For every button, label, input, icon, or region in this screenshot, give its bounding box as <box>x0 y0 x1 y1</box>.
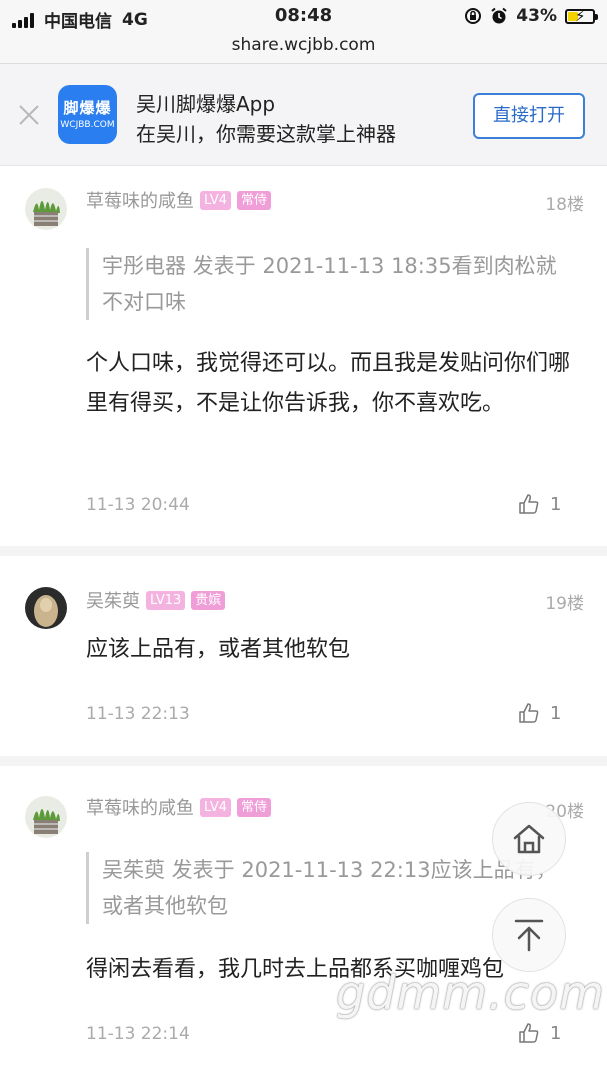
battery-icon: ⚡ <box>565 6 598 25</box>
post-19: 吴茱萸 LV13 贵嫔 19楼 应该上品有，或者其他软包 11-13 22:13… <box>0 556 607 750</box>
post-content: 应该上品有，或者其他软包 <box>86 637 351 662</box>
like-button[interactable]: 1 <box>518 1022 561 1044</box>
back-to-top-button[interactable] <box>492 898 566 972</box>
status-bar: 中国电信 4G 08:48 43% ⚡ <box>0 0 607 34</box>
thumbs-up-icon <box>519 1023 539 1043</box>
arrow-up-icon <box>514 919 544 952</box>
rotation-lock-icon <box>465 8 482 24</box>
quote-block: 宇彤电器 发表于 2021-11-13 18:35看到肉松就不对口味 <box>86 248 566 320</box>
like-button[interactable]: 1 <box>518 493 561 515</box>
like-count: 1 <box>550 1022 562 1044</box>
post-time: 11-13 20:44 <box>86 495 190 515</box>
level-badge: LV4 <box>200 797 231 817</box>
app-logo: 脚爆爆 WCJBB.COM <box>58 85 117 144</box>
user-info: 吴茱萸 LV13 贵嫔 <box>86 587 226 613</box>
watermark: gdmm.com <box>336 966 605 1020</box>
app-title: 吴川脚爆爆App <box>136 92 276 116</box>
floor-number: 19楼 <box>545 594 584 614</box>
app-logo-sub: WCJBB.COM <box>60 120 115 130</box>
app-subtitle: 在吴川，你需要这款掌上神器 <box>136 122 396 146</box>
url-bar[interactable]: share.wcjbb.com <box>0 34 607 64</box>
level-badge: LV4 <box>200 190 231 210</box>
username[interactable]: 吴茱萸 <box>86 587 140 613</box>
post-content: 个人口味，我觉得还可以。而且我是发贴问你们哪里有得买，不是让你告诉我，你不喜欢吃… <box>86 351 571 416</box>
user-info: 草莓味的咸鱼 LV4 常侍 <box>86 794 271 820</box>
thumbs-up-icon <box>519 703 539 723</box>
divider <box>0 546 607 556</box>
home-button[interactable] <box>492 802 566 876</box>
app-banner: 脚爆爆 WCJBB.COM 吴川脚爆爆App 在吴川，你需要这款掌上神器 直接打… <box>0 64 607 166</box>
like-count: 1 <box>550 702 562 724</box>
like-button[interactable]: 1 <box>518 702 561 724</box>
charging-icon: ⚡ <box>575 6 586 25</box>
status-right: 43% ⚡ <box>464 6 598 26</box>
title-badge: 常侍 <box>236 190 271 210</box>
post-18: 草莓味的咸鱼 LV4 常侍 18楼 宇彤电器 发表于 2021-11-13 18… <box>0 166 607 546</box>
alarm-icon <box>491 7 507 24</box>
post-time: 11-13 22:14 <box>86 1024 190 1044</box>
avatar[interactable] <box>25 587 67 629</box>
level-badge: LV13 <box>146 590 186 610</box>
username[interactable]: 草莓味的咸鱼 <box>86 794 194 820</box>
quote-block: 吴茱萸 发表于 2021-11-13 22:13应该上品有，或者其他软包 <box>86 852 566 924</box>
open-app-button[interactable]: 直接打开 <box>473 93 585 139</box>
avatar[interactable] <box>25 188 67 230</box>
floor-number: 18楼 <box>545 195 584 215</box>
user-info: 草莓味的咸鱼 LV4 常侍 <box>86 187 271 213</box>
like-count: 1 <box>550 493 562 515</box>
close-icon[interactable] <box>14 100 44 130</box>
title-badge: 贵嫔 <box>191 590 226 610</box>
thumbs-up-icon <box>519 494 539 514</box>
divider <box>0 756 607 766</box>
title-badge: 常侍 <box>236 797 271 817</box>
avatar[interactable] <box>25 796 67 838</box>
battery-percent: 43% <box>516 6 557 26</box>
app-logo-text: 脚爆爆 <box>63 99 112 117</box>
username[interactable]: 草莓味的咸鱼 <box>86 187 194 213</box>
home-icon <box>513 824 545 854</box>
post-time: 11-13 22:13 <box>86 704 190 724</box>
